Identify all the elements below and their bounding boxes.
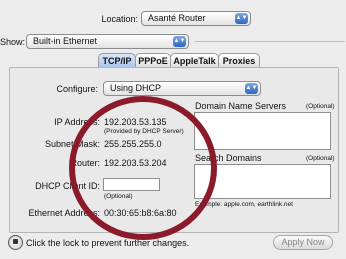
lock-text: Click the lock to prevent further change… xyxy=(26,238,190,248)
lock-icon[interactable] xyxy=(8,235,23,250)
apply-now-button[interactable]: Apply Now xyxy=(273,235,333,250)
annotation-circle xyxy=(69,96,217,240)
